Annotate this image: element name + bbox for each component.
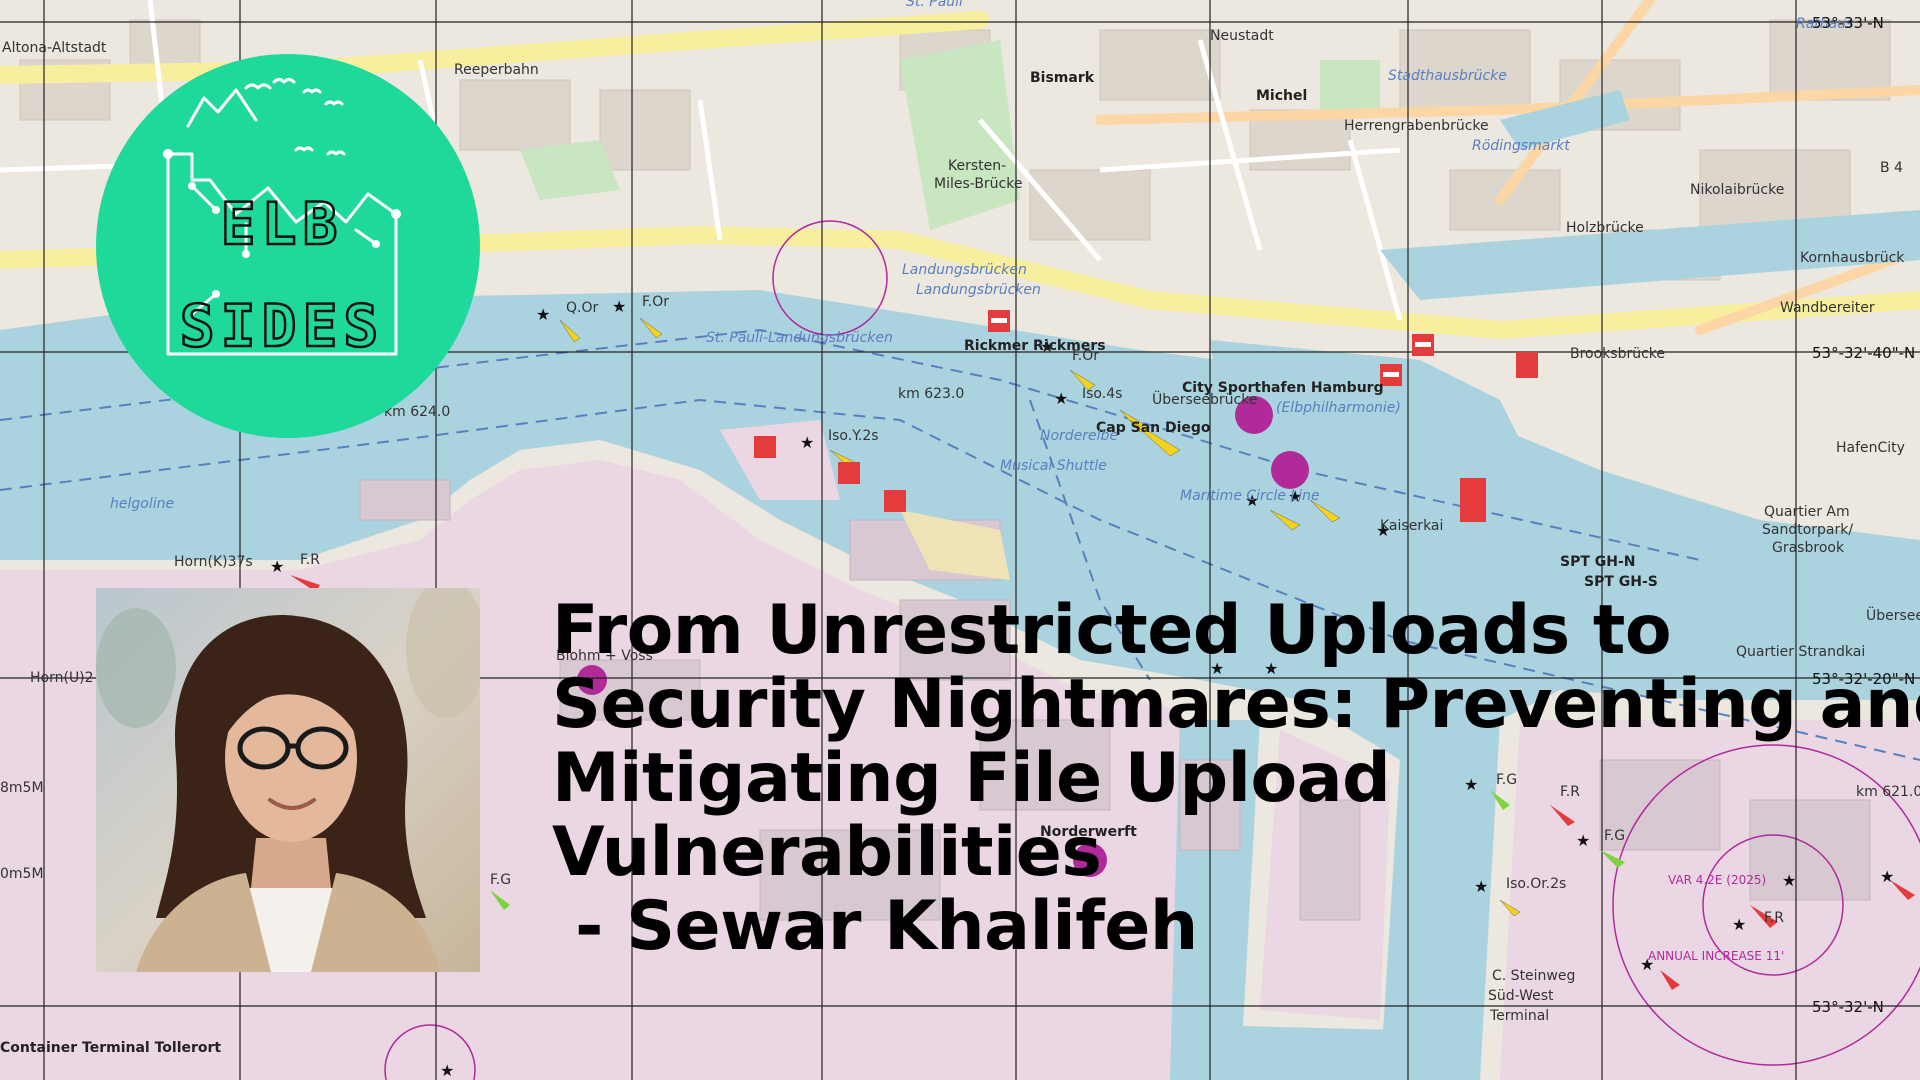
label-spt-gh-s: SPT GH-S — [1584, 574, 1658, 590]
label-bismark: Bismark — [1030, 70, 1095, 86]
label-miles-bruecke: Miles-Brücke — [934, 176, 1022, 192]
label-helgoline: helgoline — [110, 496, 174, 512]
logo-text-sides: SIDES — [180, 292, 385, 360]
label-spt-gh-n: SPT GH-N — [1560, 554, 1636, 570]
label-f-or: F.Or — [642, 294, 669, 310]
svg-text:★: ★ — [440, 1061, 454, 1080]
speaker-name: - Sewar Khalifeh — [552, 887, 1198, 966]
label-container-terminal: Container Terminal Tollerort — [0, 1040, 221, 1056]
coord-53-32: 53°-32'-N — [1812, 998, 1884, 1016]
label-c-steinweg: C. Steinweg — [1492, 968, 1575, 984]
label-st-pauli-landungsbruecken: St. Pauli-Landungsbrücken — [706, 330, 893, 346]
svg-text:★: ★ — [612, 297, 626, 316]
label-kersten: Kersten- — [948, 158, 1006, 174]
svg-text:★: ★ — [800, 433, 814, 452]
coord-53-32-40: 53°-32'-40"-N — [1812, 344, 1915, 362]
label-stadthausbruecke: Stadthausbrücke — [1388, 68, 1507, 84]
label-musical-shuttle: Musical Shuttle — [1000, 458, 1107, 474]
label-altona: Altona-Altstadt — [2, 40, 107, 56]
label-sandtorpark: Sandtorpark/ — [1762, 522, 1853, 538]
svg-text:★: ★ — [270, 557, 284, 576]
talk-title: From Unrestricted Uploads to Security Ni… — [552, 591, 1920, 966]
label-grasbrook: Grasbrook — [1772, 540, 1845, 556]
svg-text:★: ★ — [536, 305, 550, 324]
label-st-pauli: St. Pauli — [906, 0, 963, 10]
speaker-photo — [96, 588, 480, 972]
label-q-or: Q.Or — [566, 300, 598, 316]
label-herrengrabenbruecke: Herrengrabenbrücke — [1344, 118, 1489, 134]
label-terminal: Terminal — [1489, 1008, 1549, 1024]
label-kaiserkai: Kaiserkai — [1380, 518, 1443, 534]
circuit-skyline-icon: ELB SIDES — [163, 78, 401, 361]
label-kornhausbruecke: Kornhausbrück — [1800, 250, 1905, 266]
talk-title-line-1: From Unrestricted Uploads to — [552, 591, 1672, 670]
label-landungsbruecken-2: Landungsbrücken — [916, 282, 1041, 298]
label-b4: B 4 — [1880, 160, 1903, 176]
label-f-g-1: F.G — [490, 872, 511, 888]
logo-text-elb: ELB — [221, 190, 344, 258]
label-quartier-am: Quartier Am — [1764, 504, 1850, 520]
label-8m5m: 8m5M — [0, 780, 44, 796]
talk-title-line-2: Security Nightmares: Preventing and — [552, 665, 1920, 744]
coord-53-33: 53°-33'-N — [1812, 14, 1884, 32]
label-f-r-1: F.R — [300, 552, 320, 568]
label-norderelbe: Norderelbe — [1040, 428, 1118, 444]
label-wandbereiter: Wandbereiter — [1780, 300, 1875, 316]
label-sued-west: Süd-West — [1488, 988, 1554, 1004]
label-brooksbruecke: Brooksbrücke — [1570, 346, 1665, 362]
label-maritime-circle-line: Maritime Circle Line — [1180, 488, 1320, 504]
label-holzbruecke: Holzbrücke — [1566, 220, 1644, 236]
label-landungsbruecken: Landungsbrücken — [902, 262, 1027, 278]
label-iso-4s: Iso.4s — [1082, 386, 1122, 402]
talk-title-line-3: Mitigating File Upload — [552, 739, 1391, 818]
label-nikolaibruecke: Nikolaibrücke — [1690, 182, 1784, 198]
label-ueberseebruecke: Überseebrücke — [1152, 390, 1257, 408]
talk-title-line-4: Vulnerabilities — [552, 813, 1102, 892]
label-0m5m: 0m5M — [0, 866, 44, 882]
label-hafencity: HafenCity — [1836, 440, 1905, 456]
elbsides-logo: ELB SIDES — [96, 54, 480, 438]
label-rodingsmarkt: Rödingsmarkt — [1472, 138, 1570, 154]
label-horn-u: Horn(U)2 — [30, 670, 94, 686]
label-michel: Michel — [1256, 88, 1307, 104]
label-neustadt: Neustadt — [1210, 28, 1274, 44]
label-horn: Horn(K)37s — [174, 554, 253, 570]
label-elbphilharmonie: (Elbphilharmonie) — [1276, 400, 1401, 416]
svg-text:★: ★ — [1054, 389, 1068, 408]
label-f-or-2: F.Or — [1072, 348, 1099, 364]
label-km623: km 623.0 — [898, 386, 964, 402]
label-iso-y-2s: Iso.Y.2s — [828, 428, 879, 444]
